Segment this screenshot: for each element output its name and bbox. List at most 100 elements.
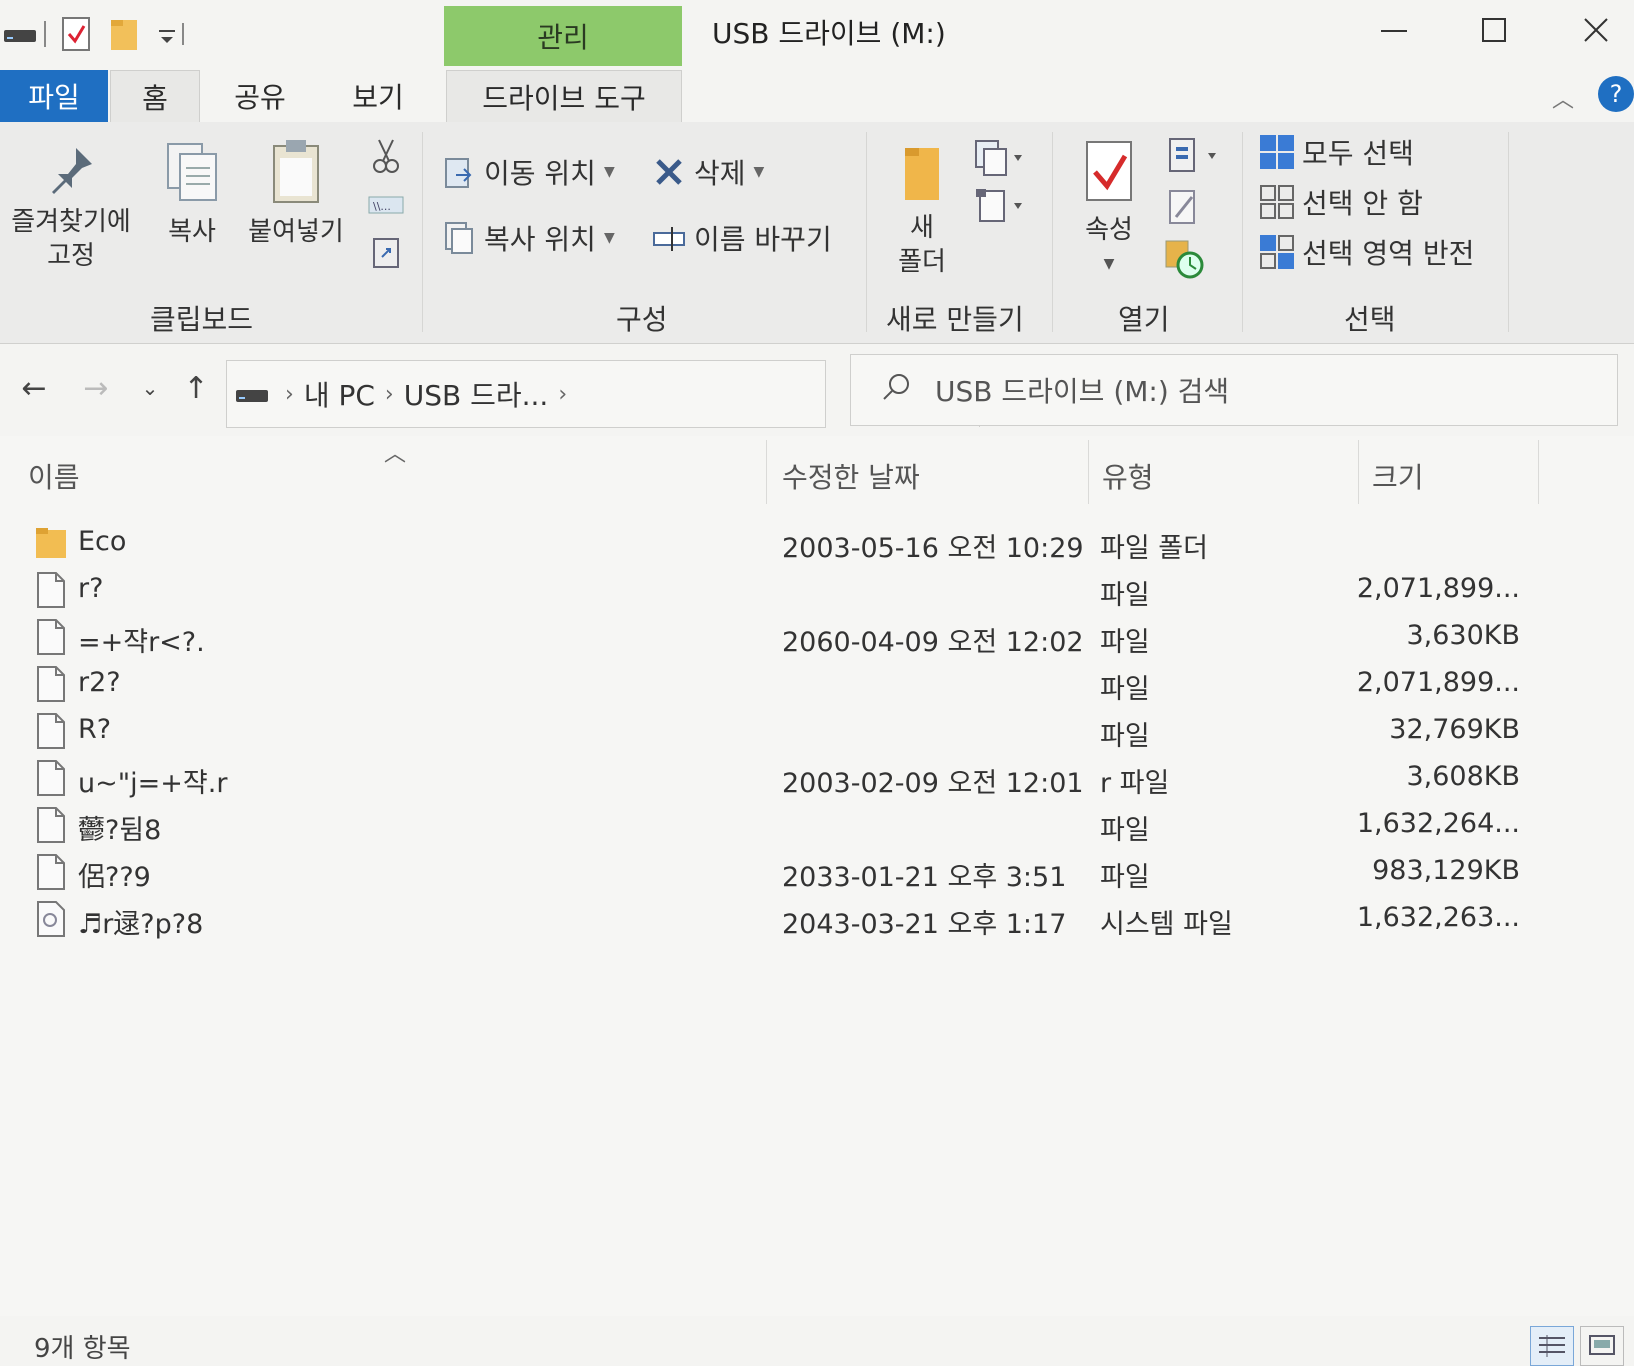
- up-arrow-icon[interactable]: ↑: [174, 366, 218, 410]
- file-name: ♬r逯?p?8: [78, 909, 204, 940]
- column-header-size[interactable]: 크기: [1372, 436, 1424, 516]
- file-date: 2043-03-21 오후 1:17: [782, 909, 1067, 940]
- minimize-button[interactable]: [1364, 8, 1424, 52]
- invert-selection-button[interactable]: 선택 영역 반전: [1258, 232, 1474, 272]
- column-separator[interactable]: [1088, 440, 1089, 504]
- navigation-bar: ← → ⌄ ↑ › 내 PC › USB 드라... › ⌄ ↻ USB 드라이…: [0, 344, 1634, 436]
- select-none-label: 선택 안 함: [1302, 187, 1423, 220]
- paste-shortcut-icon[interactable]: [366, 232, 406, 272]
- column-header-date[interactable]: 수정한 날짜: [782, 436, 920, 516]
- breadcrumb-usb-drive[interactable]: USB 드라...: [404, 374, 549, 414]
- properties-button[interactable]: 속성 ▼: [1066, 138, 1152, 281]
- qat-separator: [44, 21, 46, 47]
- open-icon[interactable]: [1166, 136, 1226, 176]
- new-folder-label-line1: 새: [910, 213, 934, 243]
- breadcrumb-chevron-icon[interactable]: ›: [285, 382, 294, 407]
- file-name: r2?: [78, 667, 121, 698]
- maximize-icon: [1482, 18, 1506, 42]
- forward-arrow-icon[interactable]: →: [74, 366, 118, 410]
- tab-share[interactable]: 공유: [220, 70, 300, 122]
- column-separator[interactable]: [766, 440, 767, 504]
- file-row[interactable]: R? 파일 32,769KB: [0, 708, 1634, 754]
- drive-icon[interactable]: [0, 14, 40, 54]
- file-size: 3,630KB: [1406, 620, 1520, 651]
- search-icon: [881, 372, 911, 409]
- recent-locations-chevron-icon[interactable]: ⌄: [128, 366, 172, 410]
- file-name: u~"j=+쟉.r: [78, 768, 228, 799]
- file-row[interactable]: Eco 2003-05-16 오전 10:29 파일 폴더: [0, 520, 1634, 566]
- new-folder-button[interactable]: 새 폴더: [880, 144, 964, 279]
- tab-home[interactable]: 홈: [110, 70, 200, 122]
- column-header-name[interactable]: 이름: [28, 436, 80, 516]
- file-type: r 파일: [1100, 768, 1170, 799]
- column-separator[interactable]: [1358, 440, 1359, 504]
- rename-button[interactable]: 이름 바꾸기: [650, 218, 832, 258]
- tab-view[interactable]: 보기: [336, 70, 420, 122]
- copy-to-icon: [440, 219, 478, 257]
- group-label-new: 새로 만들기: [886, 303, 1024, 336]
- paste-label: 붙여넣기: [248, 217, 344, 247]
- large-icons-view-button[interactable]: [1580, 1326, 1624, 1366]
- breadcrumb-chevron-icon[interactable]: ›: [385, 382, 394, 407]
- manage-contextual-tab[interactable]: 관리: [444, 6, 682, 66]
- move-to-icon: [440, 153, 478, 191]
- file-row[interactable]: 䖇?뒴8 파일 1,632,264...: [0, 802, 1634, 848]
- file-date: 2003-02-09 오전 12:01: [782, 768, 1084, 799]
- file-row[interactable]: r2? 파일 2,071,899...: [0, 661, 1634, 707]
- cut-icon[interactable]: [366, 136, 406, 176]
- file-size: 2,071,899...: [1356, 573, 1520, 604]
- file-row[interactable]: u~"j=+쟉.r 2003-02-09 오전 12:01 r 파일 3,608KB: [0, 755, 1634, 801]
- search-input[interactable]: USB 드라이브 (M:) 검색: [850, 354, 1618, 426]
- file-size: 983,129KB: [1372, 855, 1520, 886]
- easy-access-icon[interactable]: [974, 186, 1030, 226]
- move-to-button[interactable]: 이동 위치 ▼: [440, 152, 615, 192]
- group-label-open: 열기: [1118, 303, 1170, 336]
- copy-path-icon[interactable]: \\...: [364, 190, 408, 220]
- back-arrow-icon[interactable]: ←: [12, 366, 56, 410]
- close-button[interactable]: [1566, 8, 1626, 52]
- file-name: =+쟉r<?.: [78, 627, 205, 658]
- file-row[interactable]: ♬r逯?p?8 2043-03-21 오후 1:17 시스템 파일 1,632,263…: [0, 896, 1634, 942]
- group-label-select: 선택: [1344, 303, 1396, 336]
- collapse-ribbon-icon[interactable]: ︿: [1552, 82, 1574, 114]
- file-name: 侶??9: [78, 862, 151, 893]
- select-all-button[interactable]: 모두 선택: [1258, 132, 1414, 172]
- paste-button[interactable]: 붙여넣기: [240, 138, 352, 249]
- edit-icon[interactable]: [1166, 188, 1206, 228]
- copy-to-button[interactable]: 복사 위치 ▼: [440, 218, 615, 258]
- column-header-type[interactable]: 유형: [1102, 436, 1154, 516]
- file-date: 2060-04-09 오전 12:02: [782, 627, 1084, 658]
- pin-to-quick-access-button[interactable]: 즐겨찾기에 고정: [2, 144, 140, 273]
- properties-dropdown-icon[interactable]: ▼: [1066, 247, 1152, 281]
- properties-check-icon[interactable]: [56, 14, 96, 54]
- customize-qat-icon[interactable]: [152, 14, 192, 54]
- breadcrumb-my-pc[interactable]: 내 PC: [304, 374, 375, 414]
- tab-file[interactable]: 파일: [0, 70, 108, 122]
- address-bar[interactable]: › 내 PC › USB 드라... › ⌄ ↻: [226, 360, 1014, 428]
- file-name: 䖇?뒴8: [78, 815, 162, 846]
- breadcrumb-chevron-icon[interactable]: ›: [558, 382, 567, 407]
- file-row[interactable]: 侶??9 2033-01-21 오후 3:51 파일 983,129KB: [0, 849, 1634, 895]
- delete-button[interactable]: 삭제 ▼: [650, 152, 764, 192]
- new-folder-icon[interactable]: [104, 14, 144, 54]
- copy-button[interactable]: 복사: [152, 140, 232, 249]
- help-icon[interactable]: ?: [1598, 76, 1634, 112]
- copy-icon: [167, 143, 217, 201]
- file-type: 시스템 파일: [1100, 909, 1233, 940]
- file-size: 1,632,263...: [1356, 902, 1520, 933]
- group-separator: [1052, 132, 1053, 332]
- tab-drive-tools[interactable]: 드라이브 도구: [446, 70, 682, 122]
- group-label-clipboard: 클립보드: [150, 303, 254, 336]
- pin-icon: [52, 148, 92, 194]
- select-none-button[interactable]: 선택 안 함: [1258, 182, 1423, 222]
- file-row[interactable]: r? 파일 2,071,899...: [0, 567, 1634, 613]
- maximize-button[interactable]: [1464, 8, 1524, 52]
- history-icon[interactable]: [1164, 238, 1208, 282]
- details-view-button[interactable]: [1530, 1326, 1574, 1366]
- new-item-icon[interactable]: [974, 138, 1030, 178]
- invert-selection-label: 선택 영역 반전: [1302, 237, 1475, 270]
- column-separator[interactable]: [1538, 440, 1539, 504]
- file-icon: [34, 571, 70, 609]
- file-type: 파일: [1100, 627, 1150, 658]
- file-row[interactable]: =+쟉r<?. 2060-04-09 오전 12:02 파일 3,630KB: [0, 614, 1634, 660]
